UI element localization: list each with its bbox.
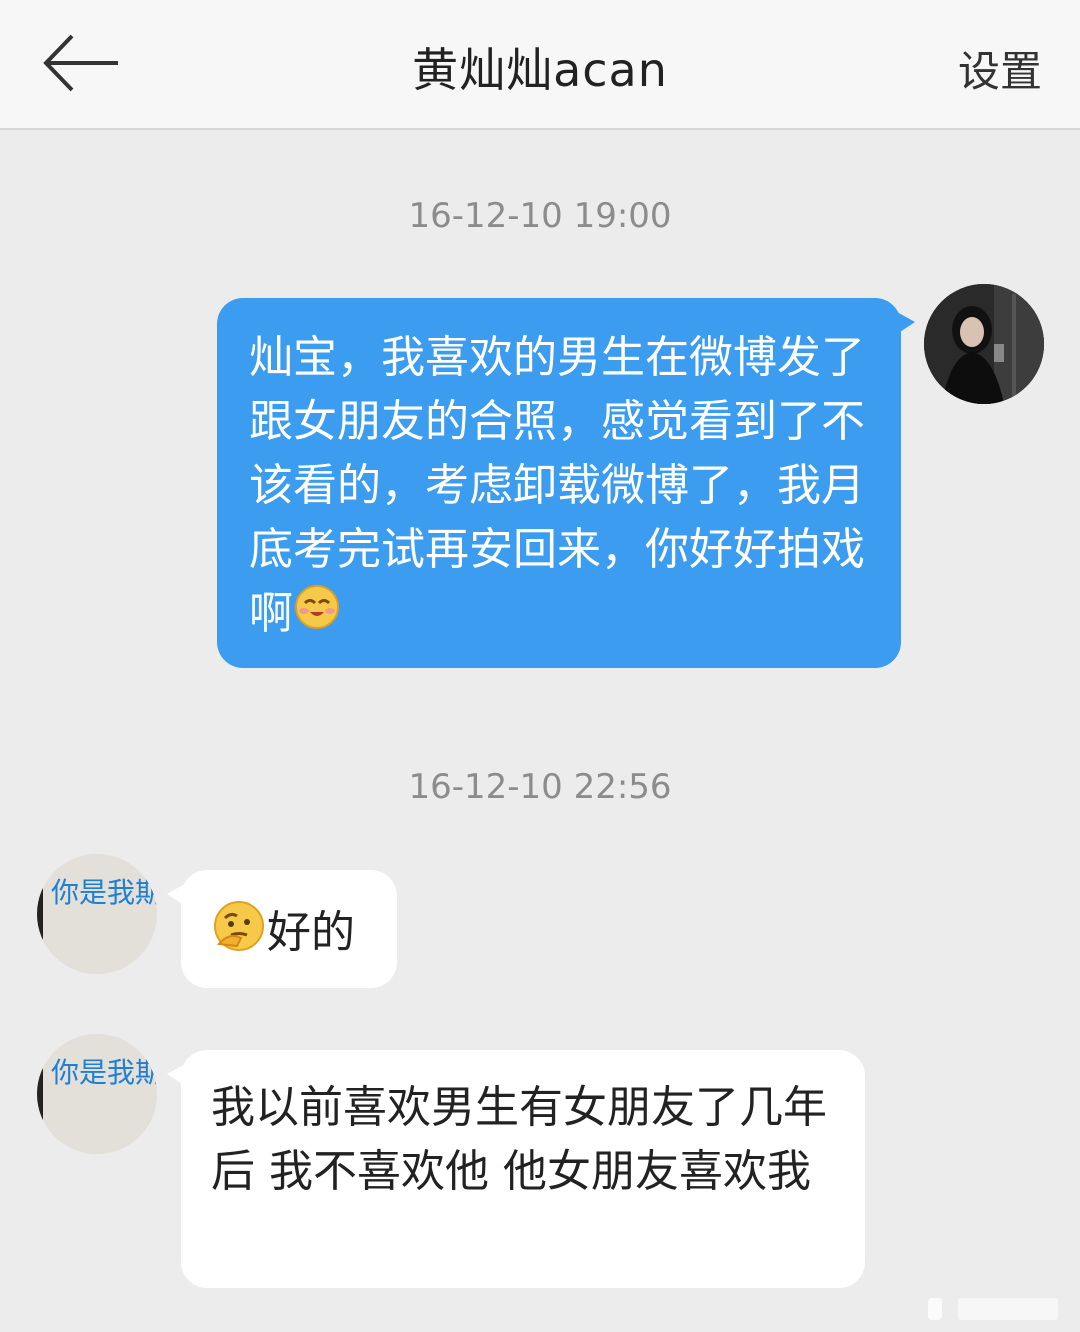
smile-emoji-icon <box>293 583 341 649</box>
handwriting-avatar-icon: 你是我期待的夏 <box>37 854 157 974</box>
incoming-message-bubble[interactable]: 我以前喜欢男生有女朋友了几年后 我不喜欢他 他女朋友喜欢我 <box>167 1050 865 1288</box>
watermark <box>918 1294 1068 1324</box>
my-avatar[interactable] <box>924 284 1044 404</box>
profile-photo-icon <box>924 284 1044 404</box>
message-text: 好的 <box>267 907 355 958</box>
contact-avatar[interactable]: 你是我期待的夏 <box>37 854 157 974</box>
svg-text:你是我期待的夏: 你是我期待的夏 <box>51 1056 157 1089</box>
thinking-emoji-icon <box>211 898 267 972</box>
outgoing-message-bubble[interactable]: 灿宝，我喜欢的男生在微博发了跟女朋友的合照，感觉看到了不该看的，考虑卸载微博了，… <box>217 298 915 668</box>
message-text: 灿宝，我喜欢的男生在微博发了跟女朋友的合照，感觉看到了不该看的，考虑卸载微博了，… <box>249 332 865 639</box>
settings-button[interactable]: 设置 <box>958 38 1042 99</box>
chat-title: 黄灿灿acan <box>412 43 668 97</box>
svg-text:你是我期待的夏: 你是我期待的夏 <box>51 876 157 909</box>
message-timestamp: 16-12-10 19:00 <box>408 196 672 236</box>
message-text: 我以前喜欢男生有女朋友了几年后 我不喜欢他 他女朋友喜欢我 <box>211 1082 827 1197</box>
top-bar: 黄灿灿acan 设置 <box>0 0 1080 130</box>
message-timestamp: 16-12-10 22:56 <box>408 767 672 807</box>
contact-avatar[interactable]: 你是我期待的夏 <box>37 1034 157 1154</box>
handwriting-avatar-icon: 你是我期待的夏 <box>37 1034 157 1154</box>
incoming-message-bubble[interactable]: 好的 <box>167 870 397 988</box>
